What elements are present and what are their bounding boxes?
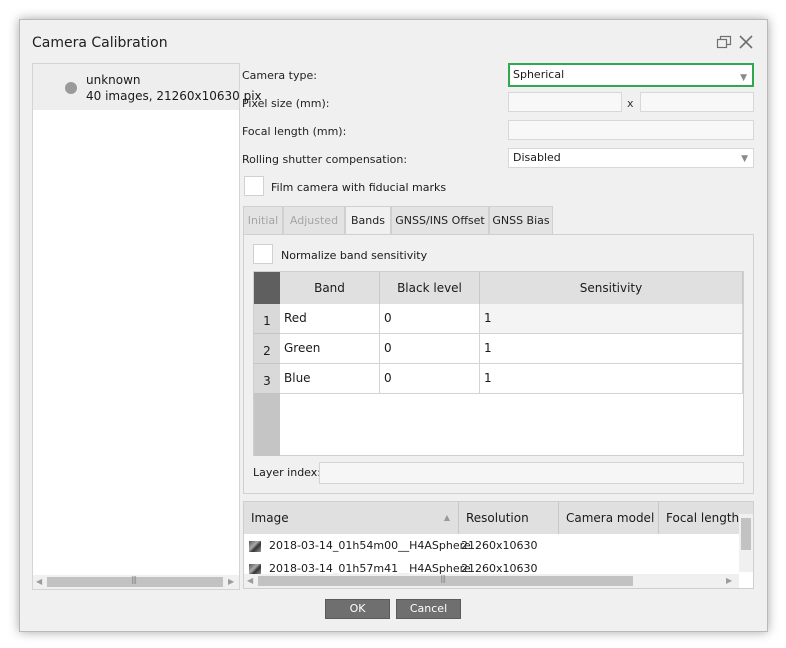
column-header-image-label: Image bbox=[251, 511, 289, 525]
black-level-cell[interactable]: 0 bbox=[380, 364, 480, 393]
table-row[interactable]: Blue 0 1 bbox=[280, 364, 743, 394]
black-level-cell[interactable]: 0 bbox=[380, 304, 480, 333]
table-row[interactable]: Red 0 1 bbox=[280, 304, 743, 334]
film-camera-label: Film camera with fiducial marks bbox=[271, 181, 447, 194]
row-header: 2 bbox=[254, 334, 280, 364]
tab-gnss-bias[interactable]: GNSS Bias bbox=[489, 206, 553, 234]
row-header-filler bbox=[254, 394, 280, 456]
film-camera-checkbox[interactable] bbox=[244, 176, 264, 196]
focal-length-input[interactable] bbox=[508, 120, 754, 140]
dialog-title: Camera Calibration bbox=[32, 35, 168, 51]
pixel-size-label: Pixel size (mm): bbox=[242, 97, 330, 110]
normalize-band-checkbox[interactable] bbox=[253, 244, 273, 264]
pixel-size-separator: x bbox=[627, 97, 634, 110]
image-thumbnail bbox=[249, 541, 261, 552]
bands-table: Band Black level Sensitivity 1 Red 0 1 2… bbox=[253, 271, 744, 456]
band-cell[interactable]: Red bbox=[280, 304, 380, 333]
images-vscrollbar[interactable] bbox=[739, 514, 753, 572]
tab-bands[interactable]: Bands bbox=[345, 206, 391, 234]
images-hscrollbar[interactable]: ◀ ||| ▶ bbox=[244, 574, 739, 588]
column-header-image[interactable]: Image ▲ bbox=[244, 502, 459, 534]
scroll-grip-icon: ||| bbox=[131, 575, 137, 584]
focal-length-label: Focal length (mm): bbox=[242, 125, 347, 138]
rolling-shutter-value: Disabled bbox=[513, 151, 561, 164]
camera-list-hscrollbar[interactable]: ◀ ||| ▶ bbox=[33, 575, 239, 589]
tab-initial[interactable]: Initial bbox=[243, 206, 283, 234]
sensitivity-cell[interactable]: 1 bbox=[480, 364, 743, 393]
column-header-camera-model[interactable]: Camera model bbox=[559, 502, 659, 534]
row-header: 3 bbox=[254, 364, 280, 394]
close-icon[interactable] bbox=[738, 34, 754, 50]
pixel-size-x-input[interactable] bbox=[508, 92, 622, 112]
chevron-down-icon: ▼ bbox=[741, 154, 748, 164]
table-row[interactable]: 2018-03-14_01h54m00__H4ASphere 21260x106… bbox=[244, 535, 739, 557]
tab-gnss-ins-offset[interactable]: GNSS/INS Offset bbox=[391, 206, 489, 234]
camera-name: unknown bbox=[86, 73, 141, 87]
image-name: 2018-03-14_01h54m00__H4ASphere bbox=[269, 539, 471, 552]
camera-type-label: Camera type: bbox=[242, 69, 317, 82]
scroll-thumb[interactable] bbox=[741, 518, 751, 550]
camera-type-value: Spherical bbox=[513, 68, 565, 81]
camera-calibration-dialog: Camera Calibration unknown 40 images, 21… bbox=[19, 19, 768, 632]
layer-index-label: Layer index: bbox=[253, 466, 321, 479]
ok-button[interactable]: OK bbox=[325, 599, 390, 619]
image-resolution: 21260x10630 bbox=[461, 539, 538, 552]
restore-icon[interactable] bbox=[716, 34, 732, 50]
rolling-shutter-label: Rolling shutter compensation: bbox=[242, 153, 408, 166]
cancel-button[interactable]: Cancel bbox=[396, 599, 461, 619]
scroll-right-icon[interactable]: ▶ bbox=[726, 576, 732, 585]
sensitivity-cell[interactable]: 1 bbox=[480, 304, 743, 333]
images-table: Image ▲ Resolution Camera model Focal le… bbox=[243, 501, 754, 589]
camera-list: unknown 40 images, 21260x10630 pix ◀ |||… bbox=[32, 63, 262, 590]
column-header-sensitivity[interactable]: Sensitivity bbox=[480, 272, 743, 304]
sort-ascending-icon: ▲ bbox=[443, 513, 450, 522]
scroll-thumb[interactable] bbox=[258, 576, 633, 586]
camera-status-icon bbox=[65, 82, 77, 94]
scroll-grip-icon: ||| bbox=[440, 574, 446, 583]
column-header-band[interactable]: Band bbox=[280, 272, 380, 304]
table-corner bbox=[254, 272, 280, 304]
band-cell[interactable]: Green bbox=[280, 334, 380, 363]
scroll-left-icon[interactable]: ◀ bbox=[247, 576, 253, 585]
black-level-cell[interactable]: 0 bbox=[380, 334, 480, 363]
row-header: 1 bbox=[254, 304, 280, 334]
tab-adjusted[interactable]: Adjusted bbox=[283, 206, 345, 234]
camera-info: 40 images, 21260x10630 pix bbox=[86, 89, 262, 103]
scroll-right-icon[interactable]: ▶ bbox=[228, 577, 234, 586]
camera-list-item[interactable]: unknown 40 images, 21260x10630 pix bbox=[33, 64, 262, 110]
pixel-size-y-input[interactable] bbox=[640, 92, 754, 112]
normalize-band-label: Normalize band sensitivity bbox=[281, 249, 428, 262]
band-cell[interactable]: Blue bbox=[280, 364, 380, 393]
column-header-black-level[interactable]: Black level bbox=[380, 272, 480, 304]
camera-type-select[interactable]: Spherical ▼ bbox=[508, 63, 754, 87]
rolling-shutter-select[interactable]: Disabled ▼ bbox=[508, 148, 754, 168]
layer-index-input[interactable] bbox=[319, 462, 744, 484]
sensitivity-cell[interactable]: 1 bbox=[480, 334, 743, 363]
table-row[interactable]: Green 0 1 bbox=[280, 334, 743, 364]
column-header-resolution[interactable]: Resolution bbox=[459, 502, 559, 534]
chevron-down-icon: ▼ bbox=[740, 73, 747, 83]
scroll-left-icon[interactable]: ◀ bbox=[36, 577, 42, 586]
